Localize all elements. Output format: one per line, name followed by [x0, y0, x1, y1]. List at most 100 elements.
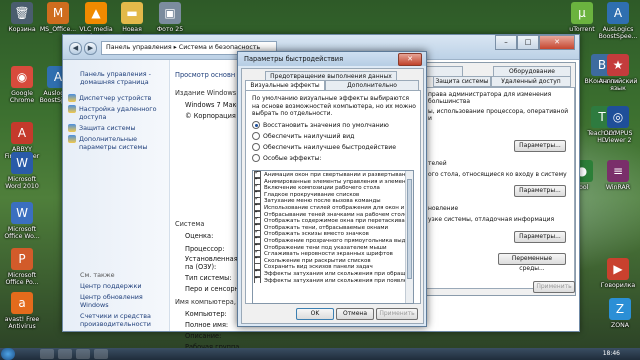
perf-close-button[interactable]: ✕ [398, 53, 422, 66]
checkbox-icon[interactable] [254, 263, 261, 270]
forward-arrow-icon[interactable]: ▶ [84, 42, 97, 55]
desktop-icon[interactable]: W Microsoft Office Wo... [2, 202, 42, 240]
scrollbar-thumb[interactable] [407, 179, 412, 279]
sidebar-link-protection[interactable]: Защита системы [79, 124, 136, 132]
taskbar-clock: 18:46 [602, 350, 620, 357]
checkbox-icon[interactable] [254, 223, 261, 231]
effect-option[interactable]: Отображать тени, отбрасываемые окнами [253, 223, 413, 231]
effect-option[interactable]: Скольжение при раскрытии списков [253, 256, 413, 264]
checkbox-icon[interactable] [254, 210, 261, 218]
see-also-link-windows-update[interactable]: Центр обновления Windows [80, 293, 168, 309]
effects-scrollbar[interactable] [405, 171, 413, 303]
checkbox-icon[interactable] [254, 250, 261, 257]
desktop-icon-label: WinRAR [605, 184, 631, 191]
desktop-icon[interactable]: W Microsoft Word 2010 [2, 152, 42, 190]
checkbox-icon[interactable] [254, 217, 261, 224]
desktop-icon[interactable]: Z ZONA [600, 298, 640, 329]
start-button[interactable] [1, 348, 15, 360]
checkbox-icon[interactable] [254, 203, 261, 211]
app-icon: P [11, 248, 33, 270]
effect-option[interactable]: Отображение прозрачного прямоугольника в… [253, 236, 413, 244]
checkbox-icon[interactable] [254, 177, 261, 185]
radio-default[interactable]: Восстановить значения по умолчанию [252, 121, 389, 129]
apply-button[interactable]: Применить [376, 308, 418, 320]
desktop-icon[interactable]: ◉ Google Chrome [2, 66, 42, 104]
radio-best-performance[interactable]: Обеспечить наилучшее быстродействие [252, 143, 396, 151]
desktop-icon-label: Корзина [8, 26, 36, 33]
tab-remote[interactable]: Удаленный доступ [491, 76, 571, 87]
back-arrow-icon[interactable]: ◀ [69, 42, 82, 55]
effect-option[interactable]: Отображать эскизы вместо значков [253, 230, 413, 237]
tab-advanced[interactable]: Дополнительно [325, 80, 419, 90]
desktop-icon[interactable]: ★ Английский язык [598, 54, 638, 92]
cancel-button[interactable]: Отмена [336, 308, 374, 320]
minimize-button[interactable]: – [495, 35, 517, 50]
see-also-link-action-center[interactable]: Центр поддержки [80, 282, 168, 290]
sysprops-apply-button[interactable]: Применить [533, 281, 575, 293]
recovery-params-button[interactable]: Параметры... [514, 231, 566, 243]
taskbar-app-chrome[interactable] [58, 349, 72, 359]
tab-system-protection[interactable]: Защита системы [433, 76, 491, 87]
desktop-icon[interactable]: ▶ Говорилка [598, 258, 638, 289]
effect-option[interactable]: Использование стилей отображения для око… [253, 203, 413, 211]
taskbar-app-media[interactable] [76, 349, 90, 359]
ok-button[interactable]: OK [296, 308, 334, 320]
desktop-icon[interactable]: ≡ WinRAR [598, 160, 638, 191]
checkbox-icon[interactable] [254, 190, 261, 198]
effect-label: Эффекты затухания или скольжения при поя… [264, 277, 413, 284]
app-icon: W [11, 202, 33, 224]
profiles-params-button[interactable]: Параметры... [514, 185, 566, 197]
taskbar-app-explorer[interactable] [40, 349, 54, 359]
radio-custom[interactable]: Особые эффекты: [252, 154, 322, 162]
performance-params-button[interactable]: Параметры... [514, 140, 566, 152]
effect-option[interactable]: Отображать содержимое окна при перетаски… [253, 217, 413, 224]
computer-label: Компьютер: [185, 310, 227, 318]
system-heading: Система [175, 220, 205, 228]
effect-option[interactable]: Анимированные элементы управления и элем… [253, 177, 413, 185]
sidebar-link-remote[interactable]: Настройка удаленного доступа [79, 105, 168, 121]
checkbox-icon[interactable] [254, 184, 261, 191]
shield-icon [68, 124, 76, 132]
effect-option[interactable]: Сглаживать неровности экранных шрифтов [253, 250, 413, 257]
effect-option[interactable]: Сохранить вид эскизов панели задач [253, 263, 413, 270]
effect-option[interactable]: Анимация окон при свертывании и разверты… [253, 171, 413, 178]
effect-option[interactable]: Отображение тени под указателем мыши [253, 243, 413, 251]
effect-option[interactable]: Эффекты затухания или скольжения при поя… [253, 276, 413, 284]
ram-label: Установленная па (ОЗУ): [185, 255, 238, 271]
desktop-icon[interactable]: ◎ OLYMPUS Viewer 2 [598, 106, 638, 144]
desktop-icon[interactable]: P Microsoft Office Po... [2, 248, 42, 286]
radio-dot-icon [252, 154, 260, 162]
effect-option[interactable]: Затухание меню после вызова команды [253, 197, 413, 204]
app-icon: ▣ [159, 2, 181, 24]
desktop-icon[interactable]: A AusLogics BoostSpee... [598, 2, 638, 40]
sidebar-home-link[interactable]: Панель управления - домашняя страница [80, 70, 165, 86]
app-icon: Z [609, 298, 631, 320]
sidebar-link-advanced[interactable]: Дополнительные параметры системы [79, 135, 168, 151]
effect-option[interactable]: Включение композиции рабочего стола [253, 184, 413, 191]
effect-option[interactable]: Эффекты затухания или скольжения при обр… [253, 269, 413, 277]
checkbox-icon[interactable] [254, 171, 261, 178]
checkbox-icon[interactable] [254, 230, 261, 237]
desktop-icon[interactable]: ▣ Фото 25 [150, 2, 190, 33]
sidebar-link-device-manager[interactable]: Диспетчер устройств [79, 94, 151, 102]
radio-best-look[interactable]: Обеспечить наилучший вид [252, 132, 354, 140]
desktop-icon[interactable]: M MS_Office... [38, 2, 78, 33]
desktop-icon[interactable]: µ uTorrent [562, 2, 602, 33]
desktop-icon[interactable]: a avast! Free Antivirus [2, 292, 42, 330]
effects-list[interactable]: Анимация окон при свертывании и разверты… [252, 170, 414, 304]
checkbox-icon[interactable] [254, 269, 261, 277]
checkbox-icon[interactable] [254, 197, 261, 204]
checkbox-icon[interactable] [254, 236, 261, 244]
maximize-button[interactable]: □ [517, 35, 539, 50]
see-also-link-performance[interactable]: Счетчики и средства производительности [80, 312, 168, 328]
taskbar-app-controlpanel[interactable] [94, 349, 108, 359]
desktop-icon[interactable]: 🗑 Корзина [2, 2, 42, 33]
env-vars-button[interactable]: Переменные среды... [498, 253, 566, 272]
effect-option[interactable]: Гладкое прокручивание списков [253, 190, 413, 198]
desktop-icon-label: Английский язык [598, 78, 638, 92]
checkbox-icon[interactable] [254, 243, 261, 251]
checkbox-icon[interactable] [254, 256, 261, 264]
checkbox-icon[interactable] [254, 276, 261, 284]
effect-option[interactable]: Отбрасывание теней значками на рабочем с… [253, 210, 413, 218]
close-button[interactable]: ✕ [539, 35, 575, 50]
